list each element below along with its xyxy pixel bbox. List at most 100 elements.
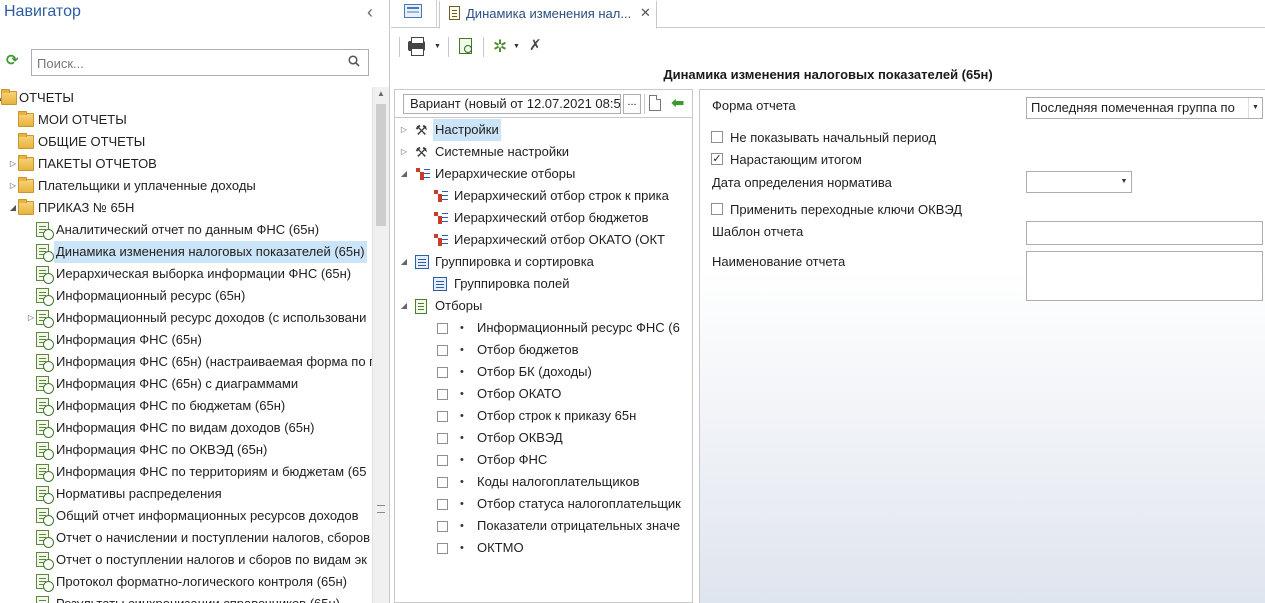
settings-tree-item[interactable]: ▷ ⚒ Настройки: [395, 119, 692, 141]
filter-checkbox[interactable]: [437, 543, 448, 554]
navigator-item[interactable]: Информация ФНС по ОКВЭД (65н): [0, 439, 372, 461]
settings-tree-item[interactable]: ◢ Группировка и сортировка: [395, 251, 692, 273]
settings-tree-item[interactable]: ◢ Отборы: [395, 295, 692, 317]
norm-date-select[interactable]: ▼: [1026, 171, 1132, 193]
navigator-search-box[interactable]: [31, 49, 369, 76]
toolbar-separator: [483, 37, 484, 57]
filter-checkbox[interactable]: [437, 345, 448, 356]
navigator-item[interactable]: ▷ Информационный ресурс доходов (с исполь…: [0, 307, 372, 329]
template-input[interactable]: [1026, 221, 1263, 245]
collapsed-arrow-icon[interactable]: ▷: [26, 307, 36, 329]
form-select[interactable]: Последняя помеченная группа по ▼: [1026, 97, 1263, 119]
filter-checkbox[interactable]: [437, 367, 448, 378]
close-icon[interactable]: ✕: [640, 5, 651, 21]
filter-item[interactable]: • ОКТМО: [395, 537, 692, 559]
search-input[interactable]: [37, 54, 337, 72]
navigator-item[interactable]: ◢ ПРИКАЗ № 65Н: [0, 197, 372, 219]
settings-tree-item[interactable]: Группировка полей: [395, 273, 692, 295]
navigator-item[interactable]: ОБЩИЕ ОТЧЕТЫ: [0, 131, 372, 153]
navigator-item[interactable]: ▷ ПАКЕТЫ ОТЧЕТОВ: [0, 153, 372, 175]
navigator-scrollbar[interactable]: ▲: [372, 87, 389, 603]
filter-item[interactable]: • Показатели отрицательных значе: [395, 515, 692, 537]
filter-checkbox[interactable]: [437, 323, 448, 334]
no-initial-period-checkbox[interactable]: [711, 131, 723, 143]
navigator-item[interactable]: Информация ФНС (65н) (настраиваемая форм…: [0, 351, 372, 373]
filter-checkbox[interactable]: [437, 477, 448, 488]
navigator-item[interactable]: Общий отчет информационных ресурсов дохо…: [0, 505, 372, 527]
navigator-item[interactable]: Аналитический отчет по данным ФНС (65н): [0, 219, 372, 241]
filter-checkbox[interactable]: [437, 455, 448, 466]
filter-item[interactable]: • Отбор БК (доходы): [395, 361, 692, 383]
filter-checkbox[interactable]: [437, 389, 448, 400]
cumulative-checkbox[interactable]: ✓: [711, 153, 723, 165]
variant-more-button[interactable]: ...: [623, 94, 641, 114]
navigator-item[interactable]: ◢ОТЧЕТЫ: [0, 87, 372, 109]
filter-checkbox[interactable]: [437, 521, 448, 532]
filter-item[interactable]: • Коды налогоплательщиков: [395, 471, 692, 493]
navigator-item[interactable]: МОИ ОТЧЕТЫ: [0, 109, 372, 131]
print-button[interactable]: ▼: [408, 36, 441, 58]
filter-item[interactable]: • Отбор ОКАТО: [395, 383, 692, 405]
collapsed-arrow-icon[interactable]: ▷: [399, 141, 409, 163]
navigator-item[interactable]: Информация ФНС по видам доходов (65н): [0, 417, 372, 439]
filter-item[interactable]: • Отбор ОКВЭД: [395, 427, 692, 449]
filter-item[interactable]: • Отбор ФНС: [395, 449, 692, 471]
navigator-item[interactable]: Динамика изменения налоговых показателей…: [0, 241, 372, 263]
variant-field[interactable]: Вариант (новый от 12.07.2021 08:5: [403, 94, 621, 114]
navigator-item[interactable]: Информация ФНС по бюджетам (65н): [0, 395, 372, 417]
tools-button[interactable]: ✗: [529, 36, 547, 58]
preview-button[interactable]: [459, 36, 475, 58]
settings-tree-item[interactable]: Иерархический отбор бюджетов: [395, 207, 692, 229]
search-icon[interactable]: [348, 55, 360, 67]
expanded-arrow-icon[interactable]: ◢: [399, 295, 409, 317]
navigator-item[interactable]: Отчет о поступлении налогов и сборов по …: [0, 549, 372, 571]
navigator-item[interactable]: Протокол форматно-логического контроля (…: [0, 571, 372, 593]
settings-tree-item[interactable]: ◢ Иерархические отборы: [395, 163, 692, 185]
chevron-down-icon[interactable]: ▼: [1248, 98, 1262, 118]
navigator-item[interactable]: Результаты синхронизации справочников (6…: [0, 593, 372, 603]
report-icon: [36, 442, 54, 460]
okved-keys-checkbox[interactable]: [711, 203, 723, 215]
navigator-item[interactable]: Информационный ресурс (65н): [0, 285, 372, 307]
expanded-arrow-icon[interactable]: ◢: [399, 163, 409, 185]
navigator-item[interactable]: Информация ФНС (65н): [0, 329, 372, 351]
settings-tree-item[interactable]: Иерархический отбор ОКАТО (ОКТ: [395, 229, 692, 251]
filter-item[interactable]: • Отбор статуса налогоплательщик: [395, 493, 692, 515]
filter-item[interactable]: • Информационный ресурс ФНС (6: [395, 317, 692, 339]
tab-dynamics-report[interactable]: Динамика изменения нал... ✕: [439, 0, 657, 29]
scrollbar-thumb[interactable]: [376, 104, 386, 226]
expanded-arrow-icon[interactable]: ◢: [399, 251, 409, 273]
collapsed-arrow-icon[interactable]: ▷: [399, 119, 409, 141]
new-variant-icon[interactable]: [649, 95, 661, 111]
navigator-item[interactable]: Информация ФНС по территориям и бюджетам…: [0, 461, 372, 483]
collapse-navigator-button[interactable]: ‹: [362, 2, 378, 22]
scroll-up-arrow-icon[interactable]: ▲: [373, 87, 389, 101]
refresh-icon[interactable]: ⟳: [6, 53, 22, 69]
navigator-item[interactable]: Нормативы распределения: [0, 483, 372, 505]
back-arrow-icon[interactable]: ⬅: [671, 93, 684, 113]
navigator-item[interactable]: Отчет о начислении и поступлении налогов…: [0, 527, 372, 549]
filter-checkbox[interactable]: [437, 433, 448, 444]
collapsed-arrow-icon[interactable]: ▷: [8, 175, 18, 197]
filter-item[interactable]: • Отбор строк к приказу 65н: [395, 405, 692, 427]
splitter-grip-icon[interactable]: [377, 505, 385, 513]
expanded-arrow-icon[interactable]: ◢: [8, 197, 18, 219]
chevron-down-icon[interactable]: ▼: [1117, 172, 1131, 192]
filter-item[interactable]: • Отбор бюджетов: [395, 339, 692, 361]
filter-checkbox[interactable]: [437, 499, 448, 510]
navigator-item[interactable]: Информация ФНС (65н) с диаграммами: [0, 373, 372, 395]
settings-tree-item[interactable]: Иерархический отбор строк к прика: [395, 185, 692, 207]
navigator-item[interactable]: ▷ Плательщики и уплаченные доходы: [0, 175, 372, 197]
navigator-item-label: Результаты синхронизации справочников (6…: [54, 593, 342, 603]
settings-button[interactable]: ✲ ▼: [493, 36, 521, 58]
report-name-input[interactable]: [1026, 251, 1263, 301]
settings-tree-item[interactable]: ▷ ⚒ Системные настройки: [395, 141, 692, 163]
tab-home[interactable]: [391, 0, 437, 28]
report-icon: [36, 222, 54, 240]
bullet-icon: •: [460, 498, 464, 510]
navigator-item[interactable]: Иерархическая выборка информации ФНС (65…: [0, 263, 372, 285]
okved-keys-label: Применить переходные ключи ОКВЭД: [730, 202, 963, 217]
collapsed-arrow-icon[interactable]: ▷: [8, 153, 18, 175]
filter-checkbox[interactable]: [437, 411, 448, 422]
folder-icon: [18, 199, 34, 215]
